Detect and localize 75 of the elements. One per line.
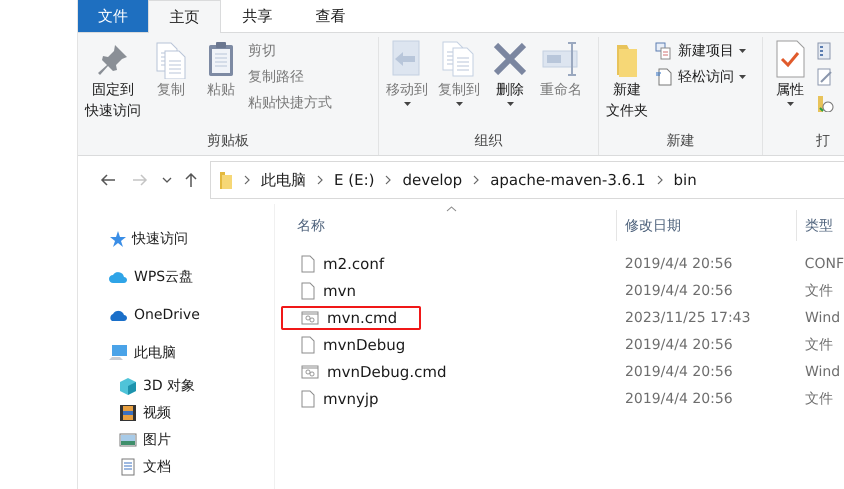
breadcrumb-item[interactable]: 此电脑: [261, 170, 306, 190]
ribbon-tab[interactable]: 主页: [148, 0, 221, 33]
nav-item[interactable]: 文档: [143, 458, 171, 476]
back-arrow-icon[interactable]: [100, 173, 116, 187]
up-arrow-icon[interactable]: [184, 172, 198, 188]
image-icon: [119, 432, 137, 448]
type-cell-text: CONF: [804, 256, 844, 272]
ribbon-tab[interactable]: 查看: [294, 0, 367, 32]
chevron-down-icon[interactable]: [162, 177, 172, 183]
type-cell-text: Wind: [804, 364, 842, 380]
file-name[interactable]: mvn: [323, 282, 356, 300]
chevron-right-icon: [385, 175, 392, 185]
file-icon: [301, 254, 315, 272]
star-icon: [108, 230, 126, 248]
ribbon-button[interactable]: 新建项目: [655, 39, 746, 62]
folder-icon: [219, 171, 233, 189]
chevron-right-icon: [244, 175, 250, 185]
breadcrumb-item[interactable]: apache-maven-3.6.1: [490, 171, 646, 189]
nav-item[interactable]: 视频: [143, 404, 171, 422]
group-label: 组织: [474, 132, 502, 151]
nav-item[interactable]: 图片: [143, 430, 171, 448]
ribbon-tab[interactable]: 文件: [78, 0, 148, 32]
column-header[interactable]: 修改日期: [616, 210, 796, 241]
gear-file-icon: [301, 310, 319, 326]
chevron-right-icon: [473, 175, 480, 185]
nav-item[interactable]: OneDrive: [134, 307, 200, 323]
nav-item[interactable]: WPS云盘: [134, 268, 194, 286]
address-bar[interactable]: 此电脑 E (E:) develop apache-maven-3.6.1 bin: [210, 161, 844, 199]
computer-icon: [108, 344, 128, 362]
group-label: 剪贴板: [207, 132, 249, 151]
ribbon-button[interactable]: 新建 文件夹: [603, 37, 651, 123]
type-cell-text: Wind: [804, 310, 842, 326]
ribbon-tab[interactable]: 共享: [221, 0, 294, 32]
date-cell-text: 2019/4/4 20:56: [624, 336, 734, 352]
nav-item[interactable]: 3D 对象: [143, 376, 196, 394]
column-header[interactable]: 类型: [796, 210, 844, 241]
ribbon-button[interactable]: 属性: [767, 37, 813, 108]
file-name[interactable]: m2.conf: [323, 254, 384, 272]
nav-item[interactable]: 快速访问: [132, 230, 188, 248]
file-name[interactable]: mvn.cmd: [327, 308, 398, 326]
file-name[interactable]: mvnDebug: [323, 336, 406, 354]
cube-icon: [119, 376, 137, 394]
group-label: 新建: [666, 132, 694, 151]
ribbon-button[interactable]: 轻松访问: [655, 65, 746, 88]
file-name[interactable]: mvnyjp: [323, 390, 379, 408]
breadcrumb-item[interactable]: develop: [402, 171, 462, 189]
type-cell-text: 文件: [804, 282, 834, 300]
file-name[interactable]: mvnDebug.cmd: [327, 362, 446, 380]
film-icon: [119, 404, 137, 422]
date-cell-text: 2019/4/4 20:56: [624, 390, 734, 406]
date-cell-text: 2019/4/4 20:56: [624, 364, 734, 380]
breadcrumb-item[interactable]: E (E:): [334, 171, 374, 189]
group-label: 打: [816, 132, 830, 151]
date-cell-text: 2023/11/25 17:43: [624, 310, 752, 326]
file-icon: [301, 336, 315, 354]
nav-item[interactable]: 此电脑: [134, 344, 176, 362]
file-icon: [301, 282, 315, 300]
breadcrumb-item[interactable]: bin: [674, 171, 697, 189]
new-item-icon: [655, 42, 673, 60]
column-header[interactable]: 名称: [289, 204, 616, 247]
cloud-icon: [108, 308, 128, 322]
cloud-icon: [108, 270, 128, 284]
type-cell-text: 文件: [804, 390, 834, 408]
ribbon-button[interactable]: 删除: [487, 37, 533, 108]
date-cell-text: 2019/4/4 20:56: [624, 256, 734, 272]
date-cell-text: 2019/4/4 20:56: [624, 282, 734, 298]
gear-file-icon: [301, 364, 319, 380]
type-cell-text: 文件: [804, 336, 834, 354]
chevron-right-icon: [656, 175, 663, 185]
chevron-right-icon: [317, 175, 323, 185]
folder-clock-icon[interactable]: [817, 94, 835, 112]
document-icon: [655, 68, 673, 86]
file-icon: [301, 390, 315, 408]
document-icon: [119, 458, 137, 476]
ribbon-button[interactable]: 固定到 快速访问: [82, 37, 144, 123]
